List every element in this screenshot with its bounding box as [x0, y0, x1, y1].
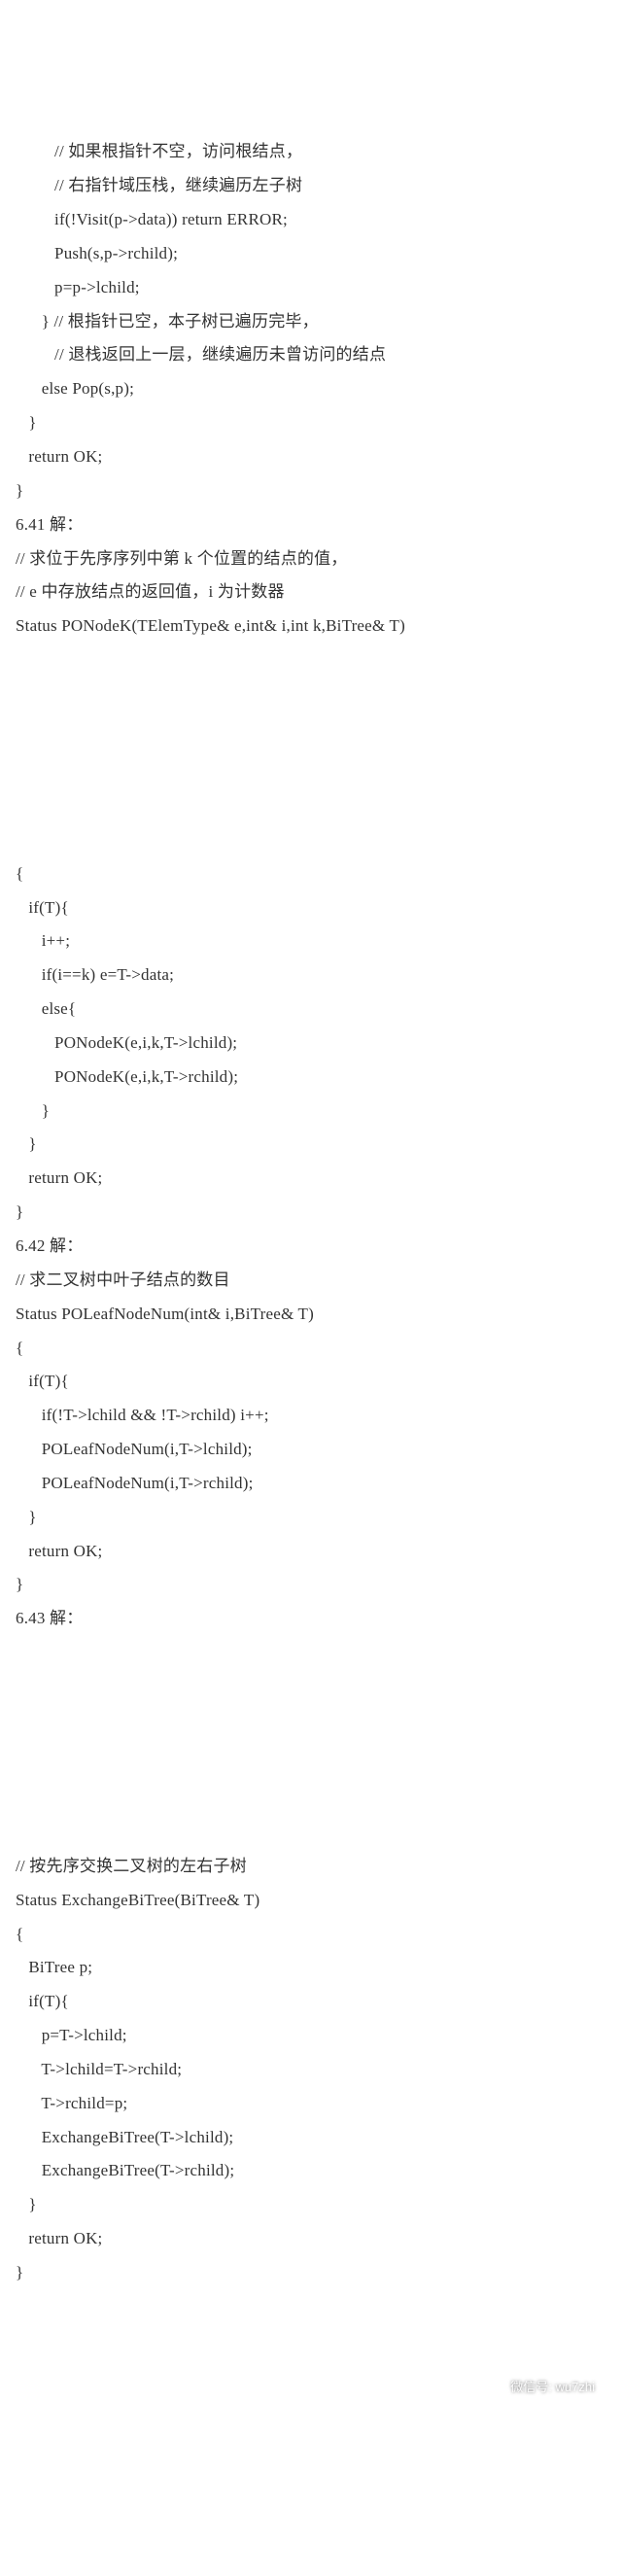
code-line: // 右指针域压栈，继续遍历左子树: [16, 169, 614, 203]
code-line: return OK;: [16, 1535, 614, 1569]
code-line: Status POLeafNodeNum(int& i,BiTree& T): [16, 1298, 614, 1332]
code-line: if(T){: [16, 1985, 614, 2019]
code-line: ExchangeBiTree(T->rchild);: [16, 2154, 614, 2188]
code-line: // 退栈返回上一层，继续遍历未曾访问的结点: [16, 338, 614, 372]
code-line: i++;: [16, 924, 614, 958]
code-line: if(T){: [16, 1365, 614, 1399]
code-line: else Pop(s,p);: [16, 372, 614, 406]
code-line: return OK;: [16, 2222, 614, 2256]
code-line: return OK;: [16, 440, 614, 474]
code-line: if(!T->lchild && !T->rchild) i++;: [16, 1399, 614, 1433]
code-line: Push(s,p->rchild);: [16, 237, 614, 271]
code-line: // 求位于先序序列中第 k 个位置的结点的值，: [16, 542, 614, 576]
vertical-gap-1: [16, 678, 614, 823]
code-line: {: [16, 857, 614, 891]
code-line: PONodeK(e,i,k,T->rchild);: [16, 1061, 614, 1095]
code-line: {: [16, 1332, 614, 1366]
code-line: if(!Visit(p->data)) return ERROR;: [16, 203, 614, 237]
code-line: }: [16, 2256, 614, 2290]
code-line: Status PONodeK(TElemType& e,int& i,int k…: [16, 609, 614, 644]
code-line: }: [16, 1128, 614, 1162]
code-line: } // 根指针已空，本子树已遍历完毕，: [16, 305, 614, 339]
code-line: 6.42 解：: [16, 1230, 614, 1264]
code-line: 6.43 解：: [16, 1602, 614, 1636]
code-block-2: { if(T){ i++; if(i==k) e=T->data; else{ …: [16, 857, 614, 1636]
code-line: // e 中存放结点的返回值，i 为计数器: [16, 575, 614, 609]
code-line: p=T->lchild;: [16, 2019, 614, 2053]
vertical-gap-2: [16, 1670, 614, 1816]
code-line: 6.41 解：: [16, 508, 614, 542]
code-line: T->lchild=T->rchild;: [16, 2053, 614, 2087]
code-line: }: [16, 1196, 614, 1230]
code-line: // 按先序交换二叉树的左右子树: [16, 1850, 614, 1884]
code-line: }: [16, 2188, 614, 2222]
code-line: POLeafNodeNum(i,T->rchild);: [16, 1467, 614, 1501]
code-line: if(i==k) e=T->data;: [16, 958, 614, 992]
code-block-1: // 如果根指针不空，访问根结点， // 右指针域压栈，继续遍历左子树 if(!…: [16, 135, 614, 644]
code-line: }: [16, 1568, 614, 1602]
code-line: }: [16, 474, 614, 508]
code-line: ExchangeBiTree(T->lchild);: [16, 2121, 614, 2155]
code-line: return OK;: [16, 1162, 614, 1196]
code-line: Status ExchangeBiTree(BiTree& T): [16, 1884, 614, 1918]
footer-watermark: 微信号: wu7zhi: [16, 2357, 614, 2406]
code-line: {: [16, 1918, 614, 1952]
code-line: BiTree p;: [16, 1951, 614, 1985]
code-line: if(T){: [16, 891, 614, 925]
code-line: POLeafNodeNum(i,T->lchild);: [16, 1433, 614, 1467]
wechat-id-label: 微信号: wu7zhi: [510, 2375, 595, 2401]
code-line: p=p->lchild;: [16, 271, 614, 305]
code-line: // 求二叉树中叶子结点的数目: [16, 1264, 614, 1298]
code-line: }: [16, 1095, 614, 1129]
code-line: // 如果根指针不空，访问根结点，: [16, 135, 614, 169]
code-line: }: [16, 1501, 614, 1535]
code-line: PONodeK(e,i,k,T->lchild);: [16, 1027, 614, 1061]
code-line: else{: [16, 992, 614, 1027]
code-line: }: [16, 406, 614, 440]
code-block-3: // 按先序交换二叉树的左右子树Status ExchangeBiTree(Bi…: [16, 1850, 614, 2290]
wechat-icon: [487, 2381, 504, 2395]
code-line: T->rchild=p;: [16, 2087, 614, 2121]
